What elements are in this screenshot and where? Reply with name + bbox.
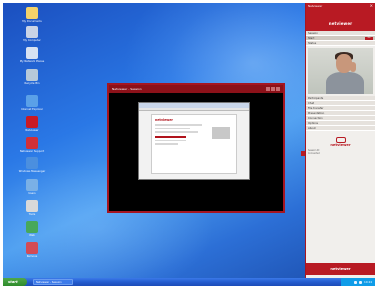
desktop-shortcut-label: Internet Explorer (21, 108, 43, 111)
desktop-shortcut[interactable]: My Documents (13, 7, 51, 23)
start-button[interactable]: start (3, 278, 27, 286)
browser-toolbar[interactable] (139, 108, 249, 111)
session-titlebar[interactable]: Netviewer - Session (109, 85, 283, 93)
desktop-shortcut-label: My Computer (23, 39, 41, 42)
my-computer-icon (26, 26, 38, 38)
panel-toggle-icon[interactable] (301, 151, 305, 156)
panel-titlebar[interactable]: Netviewer × (306, 3, 375, 15)
panel-menu-label: File transfer (308, 106, 324, 110)
close-icon[interactable] (276, 87, 280, 91)
shared-web-page: netviewer (151, 114, 237, 174)
panel-menu-label: Presentation (308, 111, 325, 115)
desktop-shortcut-label: Netviewer (25, 129, 39, 132)
desktop-shortcut-label: My Network Places (19, 60, 45, 63)
my-documents-icon (26, 7, 38, 19)
panel-title: Netviewer (308, 4, 323, 8)
system-tray: 10:24 (341, 278, 375, 286)
desktop-shortcut[interactable]: Internet Explorer (13, 95, 51, 111)
panel-logo-text: netviewer (330, 143, 351, 147)
desktop-shortcut[interactable]: Netviewer Support (13, 137, 51, 153)
desktop-shortcut-label: My Documents (22, 20, 42, 23)
internet-icon (26, 95, 38, 107)
maximize-icon[interactable] (271, 87, 275, 91)
desktop-shortcut-label: Recycle Bin (24, 82, 40, 85)
desktop-shortcut-label: Netviewer Support (19, 150, 45, 153)
app-icon-red (26, 116, 38, 128)
people-icon (26, 179, 38, 191)
desktop-shortcut-label: Users (28, 192, 36, 195)
panel-menu-label: Session (308, 31, 318, 35)
desktop: My Documents My Computer My Network Places… (3, 3, 375, 286)
panel-brand: netviewer (306, 15, 375, 31)
desktop-shortcut[interactable]: Tools (13, 200, 51, 216)
taskbar-item-session[interactable]: Netviewer - Session (33, 279, 73, 285)
panel-menu-label: Options (308, 121, 319, 125)
x-icon (26, 242, 38, 254)
panel-menu-label: Participants (308, 96, 324, 100)
panel-menu-label: Status (308, 41, 317, 45)
desktop-shortcut[interactable]: Web (13, 221, 51, 237)
session-title: Netviewer - Session (112, 87, 142, 91)
recycle-bin-icon (26, 69, 38, 81)
panel-menu-label: Chat (308, 101, 315, 105)
desktop-shortcut[interactable]: My Computer (13, 26, 51, 42)
panel-menu-bottom: Participants Chat File transfer Presentatio… (306, 96, 375, 131)
tray-icon[interactable] (358, 280, 362, 284)
panel-close-icon[interactable]: × (370, 4, 373, 8)
panel-menu-label: Connection (308, 116, 323, 120)
globe-icon (26, 221, 38, 233)
desktop-shortcut[interactable]: Windows Messenger (13, 157, 51, 173)
panel-logo: netviewer (326, 137, 356, 147)
shared-browser-window[interactable]: netviewer (138, 102, 250, 180)
page-logo: netviewer (155, 118, 173, 122)
panel-menu-top: Session Start Go Status (306, 31, 375, 46)
contact-photo (308, 48, 373, 94)
app-icon-blue (26, 157, 38, 169)
desktop-shortcut-label: Tools (28, 213, 36, 216)
desktop-shortcut[interactable]: Users (13, 179, 51, 195)
my-network-icon (26, 47, 38, 59)
page-image (212, 127, 230, 139)
panel-menu-label: About (308, 126, 316, 130)
panel-menu-label: Start (308, 36, 315, 40)
tools-icon (26, 200, 38, 212)
panel-go-button[interactable]: Go (365, 36, 373, 40)
desktop-shortcut-label: Windows Messenger (18, 170, 46, 173)
panel-menu-item[interactable]: Status (306, 41, 375, 46)
tray-icon[interactable] (353, 280, 357, 284)
desktop-shortcut[interactable]: My Network Places (13, 47, 51, 63)
panel-footer-brand: netviewer (306, 263, 375, 275)
panel-menu-item[interactable]: About (306, 126, 375, 131)
desktop-shortcut[interactable]: Recycle Bin (13, 69, 51, 85)
remote-session-window[interactable]: Netviewer - Session netviewer (107, 83, 285, 213)
clock: 10:24 (363, 280, 372, 284)
desktop-shortcut-label: Web (29, 234, 35, 237)
netviewer-panel: Netviewer × netviewer Session Start Go Stat… (301, 3, 375, 278)
taskbar: start Netviewer - Session 10:24 (3, 278, 375, 286)
session-info-line-2: Connected (308, 152, 320, 155)
desktop-shortcut-label: Remove (26, 255, 38, 258)
app-icon-red-2 (26, 137, 38, 149)
desktop-shortcut[interactable]: Netviewer (13, 116, 51, 132)
desktop-shortcut[interactable]: Remove (13, 242, 51, 258)
minimize-icon[interactable] (266, 87, 270, 91)
